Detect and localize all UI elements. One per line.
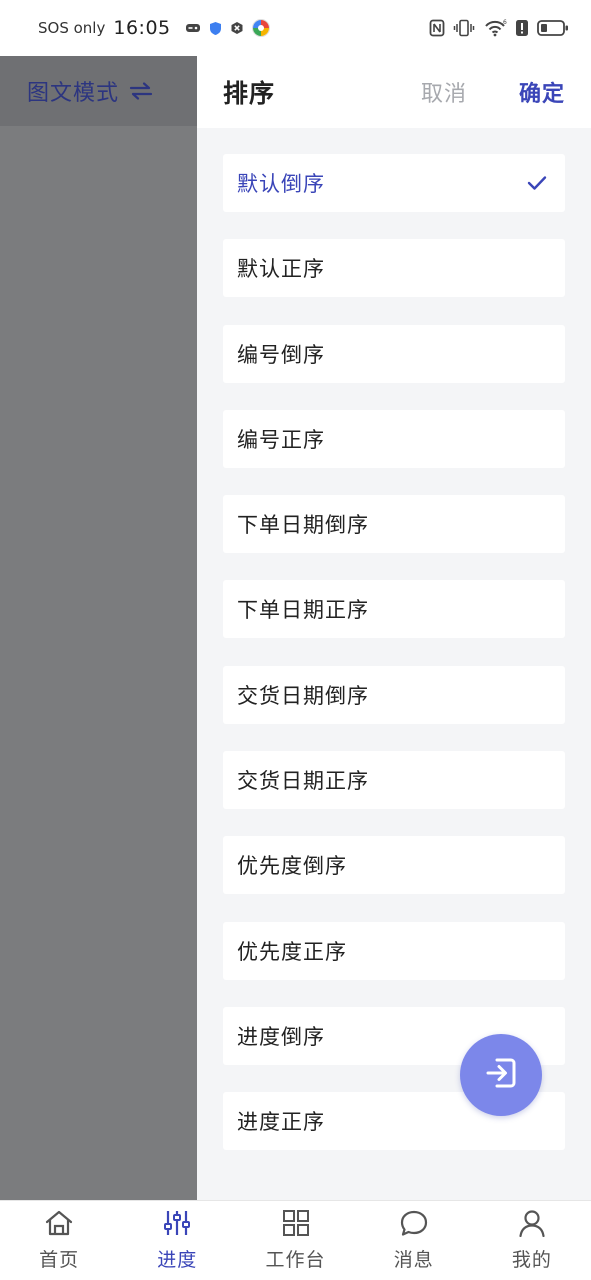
sort-option-label: 编号正序 <box>237 427 325 452</box>
status-bar: SOS only 16:05 6 <box>0 0 591 56</box>
swap-icon <box>129 81 153 101</box>
svg-text:6: 6 <box>503 19 507 26</box>
exit-icon <box>483 1055 519 1095</box>
nfc-icon <box>429 19 445 37</box>
sort-option-label: 优先度正序 <box>237 939 347 964</box>
game-controller-icon <box>185 21 201 35</box>
shield-icon <box>209 21 222 36</box>
nav-label: 我的 <box>511 1249 552 1271</box>
nav-item-workbench[interactable]: 工作台 <box>236 1201 354 1280</box>
sort-panel-title: 排序 <box>223 79 276 108</box>
nav-label: 首页 <box>39 1249 80 1271</box>
battery-icon <box>537 19 569 37</box>
sort-option-label: 下单日期倒序 <box>237 513 369 538</box>
nav-label: 进度 <box>157 1249 198 1271</box>
status-time: 16:05 <box>113 17 171 39</box>
sort-option-label: 编号倒序 <box>237 342 325 367</box>
sort-option-list: 默认倒序 默认正序 编号倒序 编号正序 下单日期倒序 下单日期正序 交货日期倒序… <box>223 154 565 1178</box>
sort-option[interactable]: 交货日期正序 <box>223 751 565 810</box>
sos-status-text: SOS only <box>38 19 106 37</box>
vibrate-icon <box>453 19 475 37</box>
wifi-icon: 6 <box>483 19 507 37</box>
nav-label: 工作台 <box>265 1249 326 1271</box>
sort-option[interactable]: 交货日期倒序 <box>223 665 565 724</box>
sort-option[interactable]: 下单日期正序 <box>223 580 565 639</box>
bottom-nav: 首页 进度 工作台 消息 我的 <box>0 1200 591 1280</box>
sort-option-label: 进度正序 <box>237 1110 325 1135</box>
sort-option-label: 优先度倒序 <box>237 854 347 879</box>
sort-option[interactable]: 编号正序 <box>223 409 565 468</box>
sort-option[interactable]: 默认倒序 <box>223 154 565 212</box>
dim-overlay[interactable] <box>0 56 197 1200</box>
view-mode-toggle[interactable]: 图文模式 <box>0 56 197 126</box>
sort-option-label: 交货日期正序 <box>237 769 369 794</box>
view-mode-label: 图文模式 <box>27 81 120 106</box>
sort-option[interactable]: 默认正序 <box>223 239 565 298</box>
sort-option[interactable]: 下单日期倒序 <box>223 495 565 554</box>
sort-option[interactable]: 优先度正序 <box>223 921 565 980</box>
sort-panel: 排序 取消 确定 默认倒序 默认正序 编号倒序 编号正序 下单日期倒序 下单日期… <box>197 56 591 1200</box>
block-icon <box>230 21 244 35</box>
nav-item-messages[interactable]: 消息 <box>355 1201 473 1280</box>
exit-fab-button[interactable] <box>460 1034 542 1116</box>
sort-panel-header: 排序 取消 确定 <box>197 56 591 128</box>
cancel-button[interactable]: 取消 <box>421 76 467 108</box>
sort-option-label: 进度倒序 <box>237 1024 325 1049</box>
chat-icon <box>399 1209 429 1241</box>
nav-item-profile[interactable]: 我的 <box>473 1201 591 1280</box>
confirm-button[interactable]: 确定 <box>519 76 565 108</box>
sort-option-label: 交货日期倒序 <box>237 683 369 708</box>
sort-option-label: 默认正序 <box>237 257 325 282</box>
sort-option-label: 下单日期正序 <box>237 598 369 623</box>
app-logo-icon <box>251 19 270 37</box>
nav-item-progress[interactable]: 进度 <box>118 1201 236 1280</box>
sort-option[interactable]: 编号倒序 <box>223 324 565 383</box>
nav-item-home[interactable]: 首页 <box>0 1201 118 1280</box>
grid-icon <box>281 1209 311 1241</box>
check-icon <box>527 175 547 191</box>
home-icon <box>44 1209 74 1241</box>
sliders-icon <box>162 1209 192 1241</box>
sort-option-label: 默认倒序 <box>237 172 325 196</box>
alert-icon <box>515 19 529 37</box>
sort-option[interactable]: 优先度倒序 <box>223 836 565 895</box>
user-icon <box>517 1209 547 1241</box>
nav-label: 消息 <box>393 1249 434 1271</box>
